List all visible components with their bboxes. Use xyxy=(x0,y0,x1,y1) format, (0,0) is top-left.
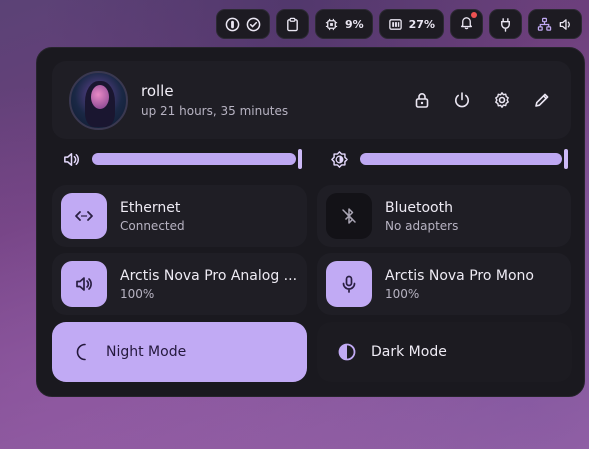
memory-pill[interactable]: 27% xyxy=(378,9,444,39)
power-plug-pill[interactable] xyxy=(489,9,522,39)
bluetooth-tile[interactable]: Bluetooth No adapters xyxy=(317,185,571,247)
bluetooth-toggle[interactable] xyxy=(326,193,372,239)
edit-button[interactable] xyxy=(531,89,553,111)
caffeine-icon xyxy=(225,17,240,31)
bluetooth-title: Bluetooth xyxy=(385,199,453,216)
lock-icon xyxy=(415,93,429,108)
dark-mode-label: Dark Mode xyxy=(371,344,447,360)
memory-icon xyxy=(388,18,402,30)
microphone-title: Arctis Nova Pro Mono xyxy=(385,267,534,284)
ethernet-toggle[interactable] xyxy=(61,193,107,239)
microphone-tile[interactable]: Arctis Nova Pro Mono 100% xyxy=(317,253,571,315)
quick-settings-panel: rolle up 21 hours, 35 minutes Ethernet C… xyxy=(36,47,585,397)
cpu-icon xyxy=(325,18,338,30)
sliders-row xyxy=(62,147,576,171)
night-mode-label: Night Mode xyxy=(106,344,187,360)
bell-icon xyxy=(460,17,473,30)
network-audio-pill[interactable] xyxy=(528,9,582,39)
audio-output-tile[interactable]: Arctis Nova Pro Analog ... 100% xyxy=(52,253,307,315)
avatar xyxy=(69,70,128,130)
volume-slider[interactable] xyxy=(62,149,308,169)
bluetooth-status: No adapters xyxy=(385,218,459,233)
dark-mode-button[interactable]: Dark Mode xyxy=(317,322,572,382)
user-name: rolle xyxy=(141,82,174,100)
volume-icon xyxy=(559,18,570,30)
uptime-text: up 21 hours, 35 minutes xyxy=(141,104,289,118)
contrast-icon xyxy=(338,343,356,361)
plug-icon xyxy=(501,17,510,32)
brightness-handle[interactable] xyxy=(564,149,568,169)
clipboard-pill[interactable] xyxy=(275,9,309,39)
speaker-icon xyxy=(76,277,92,291)
ethernet-status: Connected xyxy=(120,218,185,233)
user-card: rolle up 21 hours, 35 minutes xyxy=(52,61,571,139)
user-actions xyxy=(411,89,553,111)
microphone-toggle[interactable] xyxy=(326,261,372,307)
brightness-slider[interactable] xyxy=(330,149,576,169)
top-bar: 9% 27% xyxy=(215,9,582,39)
clipboard-icon xyxy=(287,17,298,31)
brightness-track[interactable] xyxy=(360,149,570,169)
notification-badge xyxy=(459,12,477,33)
settings-button[interactable] xyxy=(491,89,513,111)
brightness-fill xyxy=(360,153,562,165)
power-icon xyxy=(455,92,469,108)
brightness-icon xyxy=(331,150,348,168)
pencil-icon xyxy=(535,93,549,107)
night-mode-button[interactable]: Night Mode xyxy=(52,322,307,382)
microphone-icon xyxy=(342,275,356,293)
ethernet-tile[interactable]: Ethernet Connected xyxy=(52,185,307,247)
moon-icon xyxy=(76,343,86,361)
volume-icon xyxy=(64,152,79,166)
audio-output-title: Arctis Nova Pro Analog ... xyxy=(120,267,298,284)
check-circle-icon xyxy=(246,17,261,31)
volume-handle[interactable] xyxy=(298,149,302,169)
cpu-pill[interactable]: 9% xyxy=(314,9,373,39)
status-toggles-pill[interactable] xyxy=(215,9,270,39)
network-icon xyxy=(537,17,552,31)
gear-icon xyxy=(495,92,509,108)
ethernet-icon xyxy=(75,211,93,221)
cpu-percent: 9% xyxy=(344,17,364,31)
volume-track[interactable] xyxy=(92,149,302,169)
lock-button[interactable] xyxy=(411,89,433,111)
microphone-volume: 100% xyxy=(385,286,420,301)
ethernet-title: Ethernet xyxy=(120,199,181,216)
audio-output-volume: 100% xyxy=(120,286,155,301)
notifications-pill[interactable] xyxy=(450,9,483,39)
memory-percent: 27% xyxy=(408,17,435,31)
audio-output-toggle[interactable] xyxy=(61,261,107,307)
power-button[interactable] xyxy=(451,89,473,111)
user-info: rolle up 21 hours, 35 minutes xyxy=(141,82,411,118)
volume-fill xyxy=(92,153,296,165)
bluetooth-off-icon xyxy=(342,208,356,224)
